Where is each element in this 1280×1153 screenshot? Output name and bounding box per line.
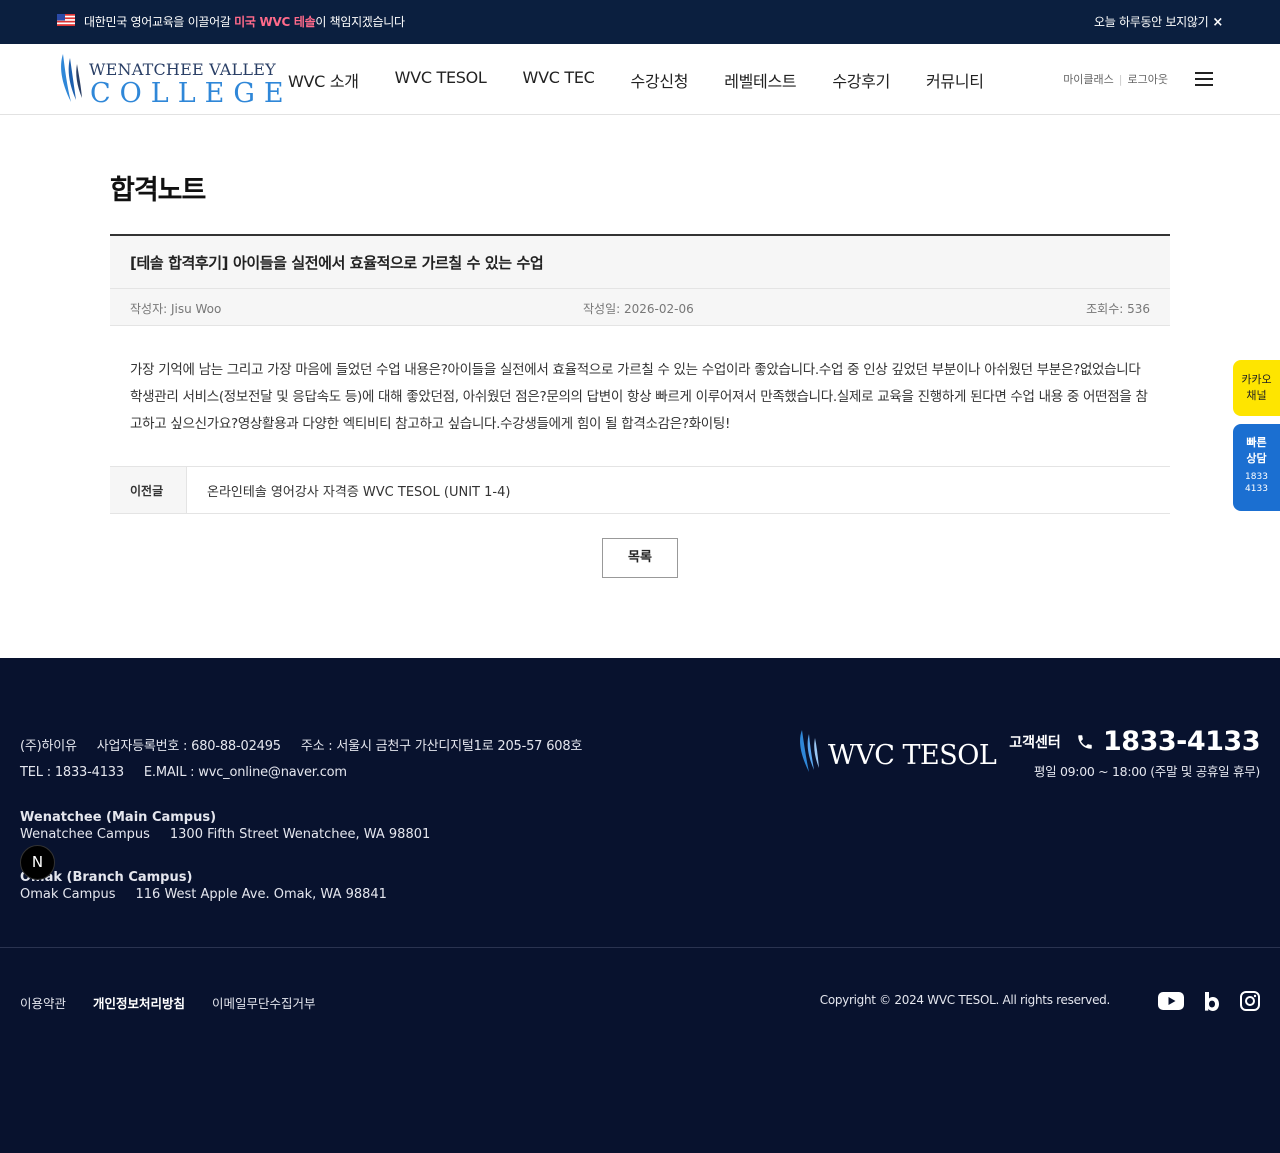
util-links: 마이클래스 | 로그아웃 — [1063, 73, 1168, 86]
instagram-icon[interactable] — [1240, 991, 1260, 1011]
wave-logo-icon — [800, 730, 819, 772]
post-author: 작성자: Jisu Woo — [130, 302, 222, 316]
terms-link[interactable]: 이용약관 — [20, 996, 66, 1011]
contact-info: TEL : 1833-4133 E.MAIL : wvc_online@naver… — [20, 765, 347, 780]
nav-item-tec[interactable]: WVC TEC — [523, 68, 595, 92]
campus-branch: Omak (Branch Campus) Omak Campus 116 West… — [20, 870, 387, 902]
footer-links: 이용약관 개인정보처리방침 이메일무단수집거부 — [20, 993, 343, 1012]
privacy-link[interactable]: 개인정보처리방침 — [93, 996, 185, 1011]
main-nav: WVC 소개 WVC TESOL WVC TEC 수강신청 레벨테스트 수강후기… — [288, 68, 1020, 92]
copyright: Copyright © 2024 WVC TESOL. All rights r… — [819, 993, 1111, 1007]
company-info: (주)하이유 사업자등록번호 : 680-88-02495 주소 : 서울시 금천구… — [20, 739, 583, 754]
footer-logo: WVC TESOL — [797, 728, 1002, 776]
prev-post-link[interactable]: 온라인테솔 영어강사 자격증 WVC TESOL (UNIT 1-4) — [207, 481, 510, 500]
us-flag-icon — [57, 14, 75, 26]
post-meta: 작성자: Jisu Woo 작성일: 2026-02-06 조회수: 536 — [110, 289, 1170, 326]
logo-text-top: WENATCHEE VALLEY — [89, 60, 276, 79]
post-view: [테솔 합격후기] 아이들을 실전에서 효율적으로 가르칠 수 있는 수업 작성… — [110, 234, 1170, 514]
banner-highlight: 미국 WVC 테솔 — [234, 15, 316, 29]
blog-icon[interactable] — [1204, 991, 1220, 1011]
prev-post-row: 이전글 온라인테솔 영어강사 자격증 WVC TESOL (UNIT 1-4) — [110, 467, 1170, 514]
prev-post-label: 이전글 — [110, 467, 187, 513]
banner-close-button[interactable]: 오늘 하루동안 보지않기 × — [1094, 13, 1223, 30]
cs-number[interactable]: 1833-4133 — [1103, 726, 1261, 757]
campus-main: Wenatchee (Main Campus) Wenatchee Campus… — [20, 810, 431, 842]
page-title: 합격노트 — [110, 175, 206, 206]
banner-message: 대한민국 영어교육을 이끌어갈 미국 WVC 테솔이 책임지겠습니다 — [84, 15, 405, 29]
wvc-logo[interactable]: WENATCHEE VALLEY COLLEGE — [57, 52, 284, 109]
nav-item-level-test[interactable]: 레벨테스트 — [724, 68, 796, 92]
menu-icon[interactable] — [1195, 72, 1213, 86]
quick-consult-button[interactable]: 빠른 상담 1833 4133 — [1233, 424, 1280, 511]
youtube-icon[interactable] — [1158, 992, 1184, 1010]
post-views: 조회수: 536 — [1086, 302, 1150, 316]
nav-item-community[interactable]: 커뮤니티 — [926, 68, 984, 92]
footer-divider — [0, 947, 1280, 948]
top-banner: 대한민국 영어교육을 이끌어갈 미국 WVC 테솔이 책임지겠습니다 오늘 하루… — [0, 0, 1280, 44]
site-header: WENATCHEE VALLEY COLLEGE WVC 소개 WVC TESO… — [0, 44, 1280, 115]
email-refuse-link[interactable]: 이메일무단수집거부 — [212, 996, 316, 1011]
nav-item-enroll[interactable]: 수강신청 — [631, 68, 689, 92]
nav-item-tesol[interactable]: WVC TESOL — [395, 68, 487, 92]
close-icon[interactable]: × — [1212, 15, 1223, 30]
post-date: 작성일: 2026-02-06 — [583, 302, 694, 316]
logo-text-bottom: COLLEGE — [90, 78, 293, 109]
nav-item-reviews[interactable]: 수강후기 — [832, 68, 890, 92]
wave-logo-icon — [61, 54, 82, 102]
phone-icon — [1078, 734, 1092, 749]
social-links — [1138, 991, 1260, 1011]
my-class-link[interactable]: 마이클래스 — [1063, 73, 1114, 86]
post-body: 가장 기억에 남는 그리고 가장 마음에 들었던 수업 내용은?아이들을 실전에… — [110, 326, 1170, 467]
customer-center: 고객센터 1833-4133 평일 09:00 ~ 18:00 (주말 및 공휴… — [1009, 726, 1261, 779]
list-button[interactable]: 목록 — [602, 538, 678, 578]
kakao-channel-button[interactable]: 카카오 채널 — [1233, 360, 1280, 416]
site-footer: (주)하이유 사업자등록번호 : 680-88-02495 주소 : 서울시 금천구… — [0, 658, 1280, 1153]
post-title: [테솔 합격후기] 아이들을 실전에서 효율적으로 가르칠 수 있는 수업 — [110, 234, 1170, 289]
logout-link[interactable]: 로그아웃 — [1128, 73, 1168, 86]
n-floating-badge[interactable]: N — [20, 845, 55, 880]
nav-item-about[interactable]: WVC 소개 — [288, 68, 359, 92]
